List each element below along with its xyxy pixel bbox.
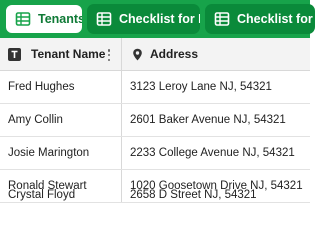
column-menu-icon[interactable] [107,49,111,61]
table-icon [96,12,112,26]
tenant-name-cell[interactable]: Crystal Floyd [8,187,118,202]
address-cell[interactable]: 3123 Leroy Lane NJ, 54321 [130,71,308,103]
tab-tenants[interactable]: Tenants [5,4,83,34]
address-cell[interactable]: 2601 Baker Avenue NJ, 54321 [130,104,308,136]
table-icon [214,12,230,26]
column-header-tenant-name[interactable]: Tenant Name [8,38,105,70]
tenant-name-cell[interactable]: Fred Hughes [8,71,118,103]
tenant-name-cell[interactable]: Amy Collin [8,104,118,136]
address-cell[interactable]: 2233 College Avenue NJ, 54321 [130,137,308,169]
tab-label: Checklist for Re... [119,12,200,26]
column-label: Address [150,47,199,61]
table-header: Tenant Name Address [0,38,310,71]
tab-bar: Tenants Checklist for Re... Checklist fo… [0,0,315,38]
table-row[interactable]: Josie Marington 2233 College Avenue NJ, … [0,137,310,170]
column-label: Tenant Name [31,47,106,61]
table-icon [15,12,31,26]
location-pin-icon [133,48,142,60]
table-row[interactable]: Fred Hughes 3123 Leroy Lane NJ, 54321 [0,71,310,104]
table-row[interactable]: Crystal Floyd 2658 D Street NJ, 54321 [0,187,310,202]
text-type-icon [8,47,21,61]
tab-label: Checklist for Pr... [237,12,315,26]
column-header-address[interactable]: Address [131,38,198,70]
tab-checklist-re[interactable]: Checklist for Re... [87,4,200,34]
table-row[interactable]: Amy Collin 2601 Baker Avenue NJ, 54321 [0,104,310,137]
address-cell[interactable]: 2658 D Street NJ, 54321 [130,187,308,202]
tenant-name-cell[interactable]: Josie Marington [8,137,118,169]
tab-checklist-pr[interactable]: Checklist for Pr... [205,4,315,34]
tab-label: Tenants [38,12,83,26]
